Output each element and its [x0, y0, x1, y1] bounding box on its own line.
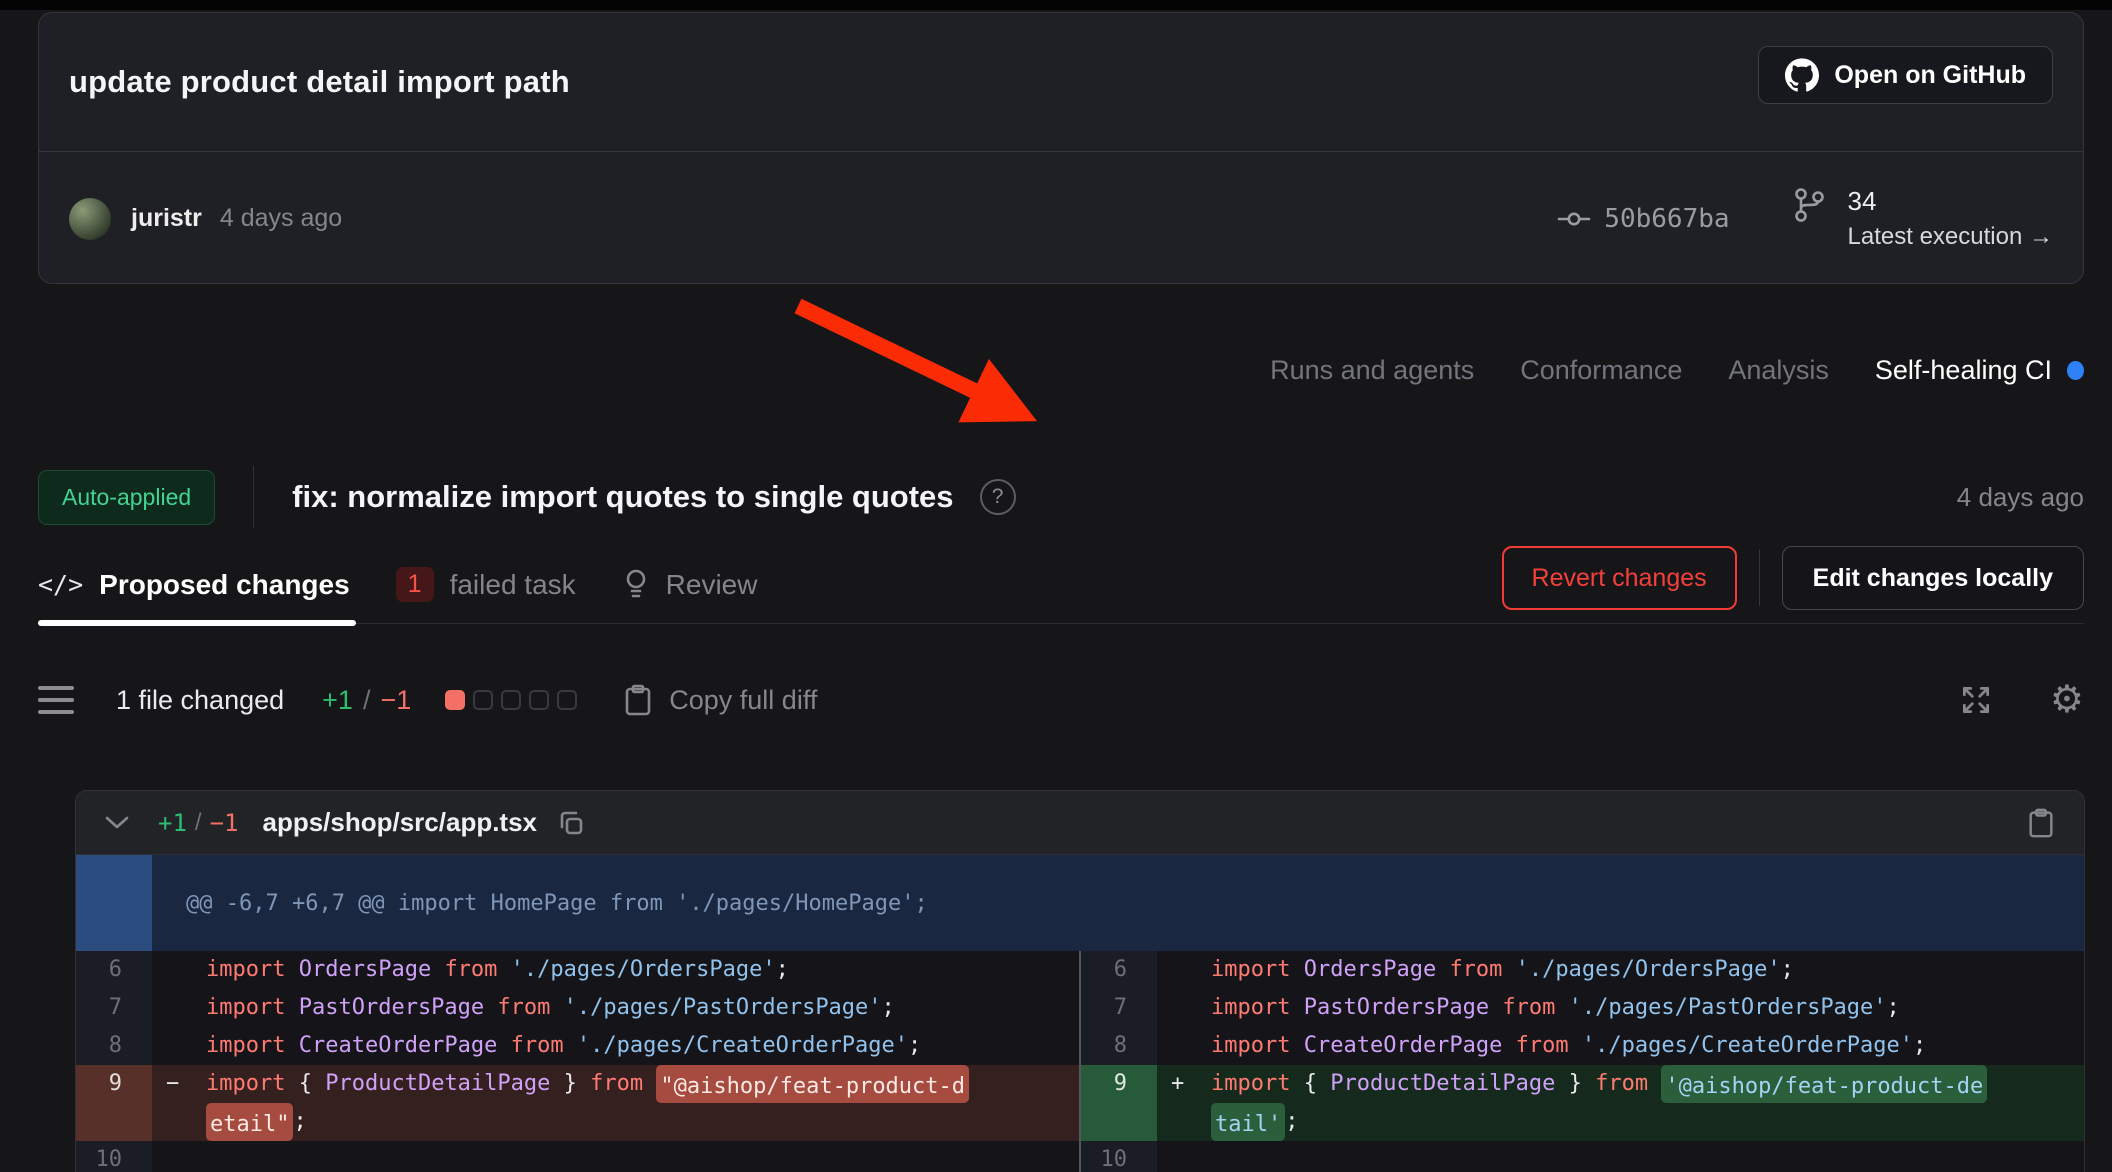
expand-fullscreen-button[interactable] [1958, 682, 1994, 718]
execution-count: 34 [1848, 186, 2053, 217]
tab-proposed-changes-label: Proposed changes [99, 569, 350, 601]
help-icon[interactable]: ? [980, 479, 1016, 515]
diff-toolbar: 1 file changed +1 / −1 Copy full diff ⚙ [38, 668, 2084, 732]
line-number: 7 [1081, 989, 1157, 1027]
file-diff-panel: +1 / −1 apps/shop/src/app.tsx @@ -6,7 +6… [75, 790, 2085, 1172]
diff-line-old-9: 9−import { ProductDetailPage } from "@ai… [76, 1065, 1079, 1141]
nav-item-analysis[interactable]: Analysis [1728, 355, 1829, 386]
file-list-menu-button[interactable] [38, 686, 74, 714]
diff-line-old-8: 8import CreateOrderPage from './pages/Cr… [76, 1027, 1079, 1065]
diff-line-new-10: 10 [1081, 1141, 2084, 1172]
line-number: 9 [76, 1065, 152, 1141]
github-icon [1785, 58, 1819, 92]
diff-ratio-blocks [445, 690, 577, 710]
line-number: 10 [76, 1141, 152, 1172]
copy-full-diff-label: Copy full diff [669, 685, 817, 716]
settings-gear-button[interactable]: ⚙ [2050, 681, 2084, 719]
line-number: 7 [76, 989, 152, 1027]
split-diff: 6import OrdersPage from './pages/OrdersP… [76, 951, 2084, 1172]
deletions-count: −1 [380, 685, 411, 716]
diff-line-old-10: 10 [76, 1141, 1079, 1172]
arrow-right-icon: → [2029, 223, 2053, 250]
commit-icon [1556, 206, 1592, 232]
copy-full-diff-button[interactable]: Copy full diff [623, 683, 817, 717]
ratio-block [501, 690, 521, 710]
code-icon: </> [38, 570, 83, 599]
diff-line-old-7: 7import PastOrdersPage from './pages/Pas… [76, 989, 1079, 1027]
auto-applied-badge: Auto-applied [38, 470, 215, 525]
hunk-gutter [76, 855, 152, 951]
ratio-block [473, 690, 493, 710]
branch-icon [1792, 186, 1826, 226]
ratio-block [529, 690, 549, 710]
tab-proposed-changes[interactable]: </> Proposed changes [38, 569, 350, 601]
collapse-file-button[interactable] [104, 815, 130, 831]
line-number: 10 [1081, 1141, 1157, 1172]
notification-dot [2067, 361, 2084, 380]
fix-time: 4 days ago [1957, 482, 2084, 513]
nav-item-conformance[interactable]: Conformance [1520, 355, 1682, 386]
copy-icon [557, 809, 585, 837]
file-name: apps/shop/src/app.tsx [262, 807, 537, 838]
copy-file-diff-button[interactable] [2026, 807, 2056, 839]
diff-line-new-8: 8import CreateOrderPage from './pages/Cr… [1081, 1027, 2084, 1065]
open-on-github-button[interactable]: Open on GitHub [1758, 46, 2053, 104]
line-number: 8 [76, 1027, 152, 1065]
clipboard-icon [2026, 807, 2056, 839]
diff-line-new-9: 9+import { ProductDetailPage } from '@ai… [1081, 1065, 2084, 1141]
files-changed-count: 1 file changed [116, 685, 284, 716]
vertical-divider [253, 466, 254, 528]
tabs-row: </> Proposed changes 1 failed task Revie… [38, 546, 2084, 624]
line-number: 6 [1081, 951, 1157, 989]
fix-title: fix: normalize import quotes to single q… [292, 479, 953, 515]
file-deletions: −1 [210, 809, 239, 837]
tab-failed-task[interactable]: 1 failed task [396, 567, 576, 602]
active-tab-underline [38, 620, 356, 626]
file-additions: +1 [158, 809, 187, 837]
lightbulb-icon [622, 567, 650, 603]
button-divider [1759, 550, 1760, 606]
hunk-header-text: @@ -6,7 +6,7 @@ import HomePage from './… [186, 891, 928, 916]
tab-review-label: Review [666, 569, 758, 601]
fix-row: Auto-applied fix: normalize import quote… [38, 458, 2084, 536]
commit-header-card: update product detail import path Open o… [38, 12, 2084, 284]
top-strip [0, 0, 2112, 10]
hunk-header: @@ -6,7 +6,7 @@ import HomePage from './… [76, 855, 2084, 951]
avatar [69, 198, 111, 240]
file-diff-header: +1 / −1 apps/shop/src/app.tsx [76, 791, 2084, 855]
expand-icon [1958, 682, 1994, 718]
tab-failed-task-label: failed task [450, 569, 576, 601]
line-number: 8 [1081, 1027, 1157, 1065]
diff-pane-old: 6import OrdersPage from './pages/OrdersP… [76, 951, 1079, 1172]
failed-count-badge: 1 [396, 567, 434, 602]
copy-file-path-button[interactable] [557, 809, 585, 837]
diff-line-new-7: 7import PastOrdersPage from './pages/Pas… [1081, 989, 2084, 1027]
commit-author[interactable]: juristr [131, 204, 202, 233]
additions-count: +1 [322, 685, 353, 716]
top-nav: Runs and agents Conformance Analysis Sel… [38, 346, 2084, 394]
nav-item-runs-and-agents[interactable]: Runs and agents [1270, 355, 1474, 386]
nav-item-self-healing-ci[interactable]: Self-healing CI [1875, 355, 2084, 386]
diff-line-new-6: 6import OrdersPage from './pages/OrdersP… [1081, 951, 2084, 989]
ratio-block [445, 690, 465, 710]
open-on-github-label: Open on GitHub [1834, 61, 2026, 90]
diff-pane-new: 6import OrdersPage from './pages/OrdersP… [1081, 951, 2084, 1172]
ratio-block [557, 690, 577, 710]
clipboard-icon [623, 683, 653, 717]
commit-time: 4 days ago [220, 204, 342, 233]
tab-review[interactable]: Review [622, 567, 758, 603]
line-number: 6 [76, 951, 152, 989]
chevron-down-icon [104, 815, 130, 831]
diff-line-old-6: 6import OrdersPage from './pages/OrdersP… [76, 951, 1079, 989]
latest-execution-link[interactable]: Latest execution → [1848, 223, 2053, 251]
revert-changes-button[interactable]: Revert changes [1502, 546, 1737, 610]
line-number: 9 [1081, 1065, 1157, 1141]
commit-hash[interactable]: 50b667ba [1604, 204, 1729, 234]
edit-changes-locally-button[interactable]: Edit changes locally [1782, 546, 2084, 610]
page-title: update product detail import path [69, 64, 570, 100]
